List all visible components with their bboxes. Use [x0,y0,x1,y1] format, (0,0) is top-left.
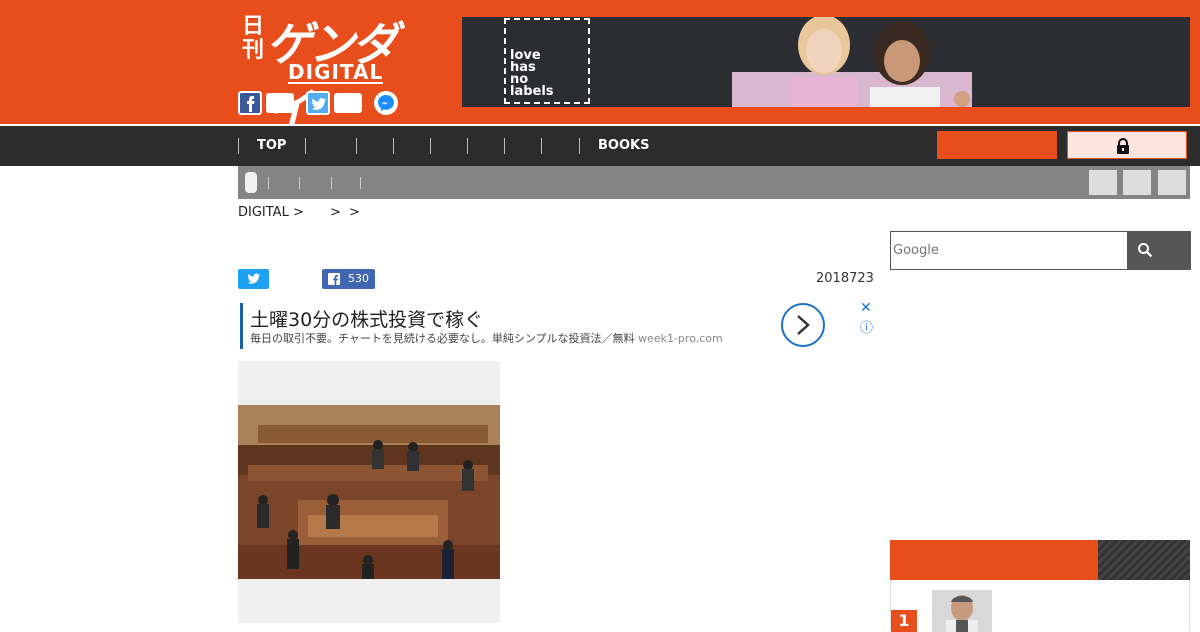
tweet-button[interactable] [238,269,269,289]
text-ad-domain: week1-pro.com [638,332,723,345]
article-photo[interactable] [238,405,500,579]
facebook-icon[interactable] [238,91,262,115]
text-ad-description-text: 毎日の取引不要。チャートを見続ける必要なし。単純シンプルな投資法／無料 [250,332,635,345]
close-icon[interactable]: ✕ [860,300,872,316]
breadcrumb-item[interactable]: DIGITAL > [238,205,304,220]
login-button[interactable] [1067,131,1187,159]
banner-ad[interactable]: love has no labels [462,17,1190,107]
nav-item[interactable] [467,138,486,154]
facebook-share-count [266,93,294,113]
twitter-icon [247,273,260,284]
nav-item[interactable] [541,138,560,154]
article-image-frame [238,361,500,623]
ad-slogan-box: love has no labels [504,18,590,104]
sub-nav-button[interactable] [1089,170,1117,195]
text-ad[interactable]: 土曜30分の株式投資で稼ぐ 毎日の取引不要。チャートを見続ける必要なし。単純シン… [240,300,874,349]
text-ad-description: 毎日の取引不要。チャートを見続ける必要なし。単純シンプルな投資法／無料 week… [250,330,723,346]
breadcrumb-item[interactable]: > [330,205,341,220]
nav-item-books[interactable]: BOOKS [579,138,649,154]
signup-button[interactable] [937,131,1057,159]
nav-item[interactable] [430,138,449,154]
twitter-share-count [334,93,362,113]
facebook-icon [328,273,340,285]
facebook-share-button[interactable]: 530 [322,269,375,289]
site-header: 日刊 ゲンダイ DIGITAL love has no labels [0,0,1200,137]
sub-nav [238,166,1190,199]
main-nav: TOP BOOKS [0,126,1200,166]
sub-nav-button[interactable] [1123,170,1151,195]
nav-item[interactable] [305,138,324,154]
search-input[interactable] [891,232,1127,269]
facebook-share-count: 530 [348,272,369,285]
sub-nav-separator [299,177,300,189]
ad-children-image [732,17,972,107]
chevron-right-icon [797,315,810,335]
sub-nav-button[interactable] [1158,170,1186,195]
ranking-thumbnail[interactable] [932,590,992,632]
lock-icon [1117,138,1129,154]
nav-item[interactable] [504,138,523,154]
info-icon[interactable]: ⓘ [860,317,873,336]
messenger-icon[interactable] [374,91,398,115]
twitter-icon[interactable] [306,91,330,115]
ranking-header [890,540,1190,580]
site-search [890,231,1191,270]
ranking-header-stripes [1098,540,1190,580]
logo-digital: DIGITAL [288,60,384,84]
nav-item[interactable] [393,138,412,154]
text-ad-arrow-button[interactable] [781,303,825,347]
sub-nav-separator [360,177,361,189]
ad-slogan-line: labels [510,84,554,99]
sub-nav-handle[interactable] [245,172,257,193]
search-button[interactable] [1127,231,1191,270]
article-date: 2018723 [816,271,874,286]
nav-item[interactable] [356,138,375,154]
sub-nav-separator [268,177,269,189]
logo-kanji-small: 日刊 [242,13,265,63]
text-ad-title[interactable]: 土曜30分の株式投資で稼ぐ [250,305,483,332]
site-logo[interactable]: 日刊 ゲンダイ DIGITAL [238,8,418,137]
breadcrumb-item[interactable]: > [349,205,360,220]
breadcrumb: DIGITAL > > > [238,205,364,220]
ranking-item[interactable]: 1 [890,580,1190,632]
sub-nav-separator [331,177,332,189]
nav-item-top[interactable]: TOP [238,138,286,154]
search-icon [1138,243,1153,258]
ranking-number: 1 [891,610,917,632]
